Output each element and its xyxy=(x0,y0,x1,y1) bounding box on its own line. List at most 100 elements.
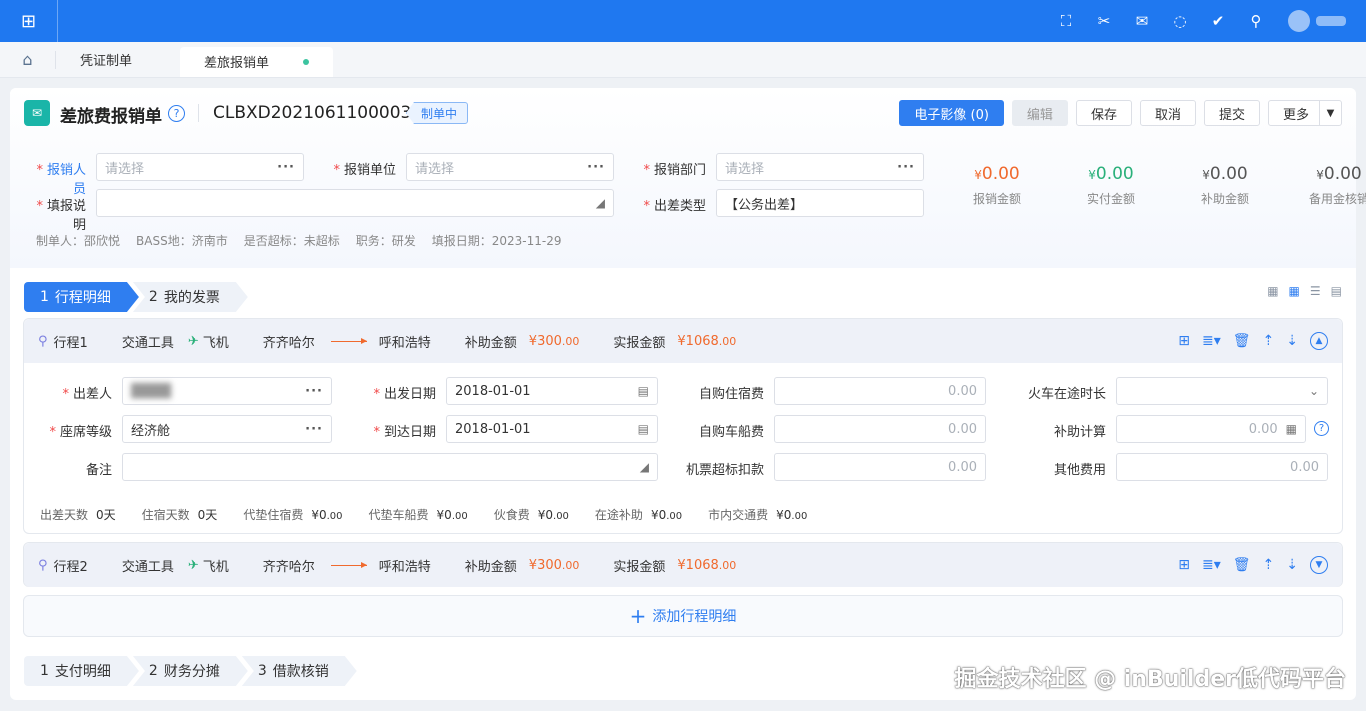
expand-icon[interactable]: ▼ xyxy=(1310,556,1328,574)
tools-icon[interactable]: ✂ xyxy=(1092,9,1116,33)
step-payment-details[interactable]: 1 支付明细 xyxy=(24,656,139,686)
trip-header[interactable]: ⚲ 行程1 交通工具 ✈ 飞机 齐齐哈尔 呼和浩特 补助金额 ¥300.00 实… xyxy=(24,319,1342,363)
grid-large-icon[interactable]: ▦ xyxy=(1267,284,1278,298)
save-button[interactable]: 保存 xyxy=(1075,100,1132,126)
home-icon[interactable]: ⌂ xyxy=(0,50,56,69)
user-key-icon[interactable]: ⚲ xyxy=(1244,9,1268,33)
step-my-invoices[interactable]: 2 我的发票 xyxy=(133,282,248,312)
traveler-field[interactable]: ████ ··· xyxy=(122,377,332,405)
help-icon[interactable]: ? xyxy=(168,105,185,122)
amount-label: 报销金额 xyxy=(972,192,1021,206)
fullscreen-icon[interactable]: ⛶ xyxy=(1054,9,1078,33)
reimburser-label: 报销人员 xyxy=(24,159,86,197)
apps-icon[interactable]: ⊞ xyxy=(0,0,58,42)
more-dots-icon[interactable]: ··· xyxy=(277,160,295,175)
transport-label: 交通工具 xyxy=(121,559,174,575)
edit-button[interactable]: 编辑 xyxy=(1011,100,1068,126)
arrow-right-icon xyxy=(330,561,367,568)
amount-label: 补助金额 xyxy=(1200,192,1249,206)
user-name-blurred xyxy=(1316,16,1346,26)
other-fee-field[interactable]: 0.00 xyxy=(1116,453,1328,481)
list-icon[interactable]: ☰ xyxy=(1310,284,1321,298)
delete-icon[interactable]: 🗑 xyxy=(1233,333,1251,349)
real-label: 实报金额 xyxy=(613,559,666,575)
add-trip-button[interactable]: + 添加行程明细 xyxy=(23,595,1343,637)
move-down-icon[interactable]: ⇣ xyxy=(1286,333,1298,349)
depart-date-field[interactable]: 2018-01-01 ▤ xyxy=(446,377,658,405)
tab-travel-reimbursement[interactable]: 差旅报销单 xyxy=(180,46,334,77)
copy-icon[interactable]: ⊞ xyxy=(1178,557,1190,573)
self-hotel-field[interactable]: 0.00 xyxy=(774,377,986,405)
check-circle-icon[interactable]: ✔ xyxy=(1206,9,1230,33)
self-car-label: 自购车船费 xyxy=(698,425,764,440)
unit-field[interactable]: 请选择 ··· xyxy=(406,153,614,181)
move-up-icon[interactable]: ⇡ xyxy=(1263,333,1275,349)
delete-icon[interactable]: 🗑 xyxy=(1233,557,1251,573)
train-time-select[interactable]: ⌄ xyxy=(1116,377,1328,405)
train-time-label: 火车在途时长 xyxy=(1027,387,1106,402)
step-finance-allocation[interactable]: 2 财务分摊 xyxy=(133,656,248,686)
resize-handle-icon[interactable]: ◢ xyxy=(596,196,605,210)
chevron-down-icon[interactable]: ▼ xyxy=(1319,101,1341,125)
reimburser-field[interactable]: 请选择 ··· xyxy=(96,153,304,181)
chat-icon[interactable]: ◌ xyxy=(1168,9,1192,33)
calendar-icon[interactable]: ▤ xyxy=(1331,284,1342,298)
grid-small-icon[interactable]: ▦ xyxy=(1289,284,1300,298)
real-value: ¥1068.00 xyxy=(677,333,737,349)
placeholder: 请选择 xyxy=(725,161,765,177)
more-button[interactable]: 更多 ▼ xyxy=(1267,100,1342,126)
trip-type-field[interactable]: 【公务出差】 xyxy=(716,189,924,217)
chevron-down-icon[interactable]: ⌄ xyxy=(1309,384,1319,398)
summary-item: 出差天数 0天 xyxy=(40,508,116,522)
trip-actions: ⊞ ≣▾ 🗑 ⇡ ⇣ ▲ xyxy=(1178,332,1328,350)
subsidy-calc-field[interactable]: 0.00 ▦ xyxy=(1116,415,1306,443)
more-dots-icon[interactable]: ··· xyxy=(305,422,323,437)
submit-button[interactable]: 提交 xyxy=(1203,100,1260,126)
calendar-icon[interactable]: ▤ xyxy=(638,422,649,436)
step-trip-details[interactable]: 1 行程明细 xyxy=(24,282,139,312)
cancel-button[interactable]: 取消 xyxy=(1139,100,1196,126)
help-icon[interactable]: ? xyxy=(1314,421,1329,436)
template-icon[interactable]: ≣▾ xyxy=(1202,333,1221,349)
transport-value: 飞机 xyxy=(202,335,229,351)
remark-textarea[interactable]: ◢ xyxy=(122,453,658,481)
ticket-deduct-value: 0.00 xyxy=(948,459,977,475)
more-dots-icon[interactable]: ··· xyxy=(587,160,605,175)
to-city: 呼和浩特 xyxy=(378,559,431,575)
step-loan-writeoff[interactable]: 3 借款核销 xyxy=(242,656,357,686)
copy-icon[interactable]: ⊞ xyxy=(1178,333,1190,349)
document-header: ✉ 差旅费报销单 ? CLBXD2021061100003 制单中 电子影像 (… xyxy=(10,88,1366,268)
calculator-icon[interactable]: ▦ xyxy=(1286,422,1297,436)
user-menu[interactable] xyxy=(1288,10,1346,32)
template-icon[interactable]: ≣▾ xyxy=(1202,557,1221,573)
transport-value: 飞机 xyxy=(202,559,229,575)
ticket-deduct-field[interactable]: 0.00 xyxy=(774,453,986,481)
self-car-field[interactable]: 0.00 xyxy=(774,415,986,443)
amount-summary: ¥0.00 报销金额 ¥0.00 实付金额 ¥0.00 补助金额 ¥0.00 备… xyxy=(940,164,1366,207)
toolbar: 电子影像 (0) 编辑 保存 取消 提交 更多 ▼ xyxy=(899,100,1342,126)
description-label: 填报说明 xyxy=(24,195,86,233)
move-down-icon[interactable]: ⇣ xyxy=(1286,557,1298,573)
mail-icon[interactable]: ✉ xyxy=(1130,9,1154,33)
summary-item: 伙食费 ¥0.00 xyxy=(493,508,569,522)
trip-header[interactable]: ⚲ 行程2 交通工具 ✈ 飞机 齐齐哈尔 呼和浩特 补助金额 ¥300.00 实… xyxy=(24,543,1342,587)
amount-label: 实付金额 xyxy=(1086,192,1135,206)
transport-label: 交通工具 xyxy=(121,335,174,351)
description-textarea[interactable]: ◢ xyxy=(96,189,614,217)
electronic-image-button[interactable]: 电子影像 (0) xyxy=(899,100,1004,126)
real-label: 实报金额 xyxy=(613,335,666,351)
avatar xyxy=(1288,10,1310,32)
calendar-icon[interactable]: ▤ xyxy=(638,384,649,398)
over-standard: 是否超标：未超标 xyxy=(243,234,340,248)
arrive-date-value: 2018-01-01 xyxy=(455,421,531,437)
collapse-icon[interactable]: ▲ xyxy=(1310,332,1328,350)
seat-field[interactable]: 经济舱 ··· xyxy=(122,415,332,443)
resize-handle-icon[interactable]: ◢ xyxy=(640,460,649,474)
dept-field[interactable]: 请选择 ··· xyxy=(716,153,924,181)
detail-steps: 1 行程明细 2 我的发票 xyxy=(24,282,242,312)
tab-voucher[interactable]: 凭证制单 xyxy=(56,42,156,78)
more-dots-icon[interactable]: ··· xyxy=(305,384,323,399)
more-dots-icon[interactable]: ··· xyxy=(897,160,915,175)
move-up-icon[interactable]: ⇡ xyxy=(1263,557,1275,573)
arrive-date-field[interactable]: 2018-01-01 ▤ xyxy=(446,415,658,443)
